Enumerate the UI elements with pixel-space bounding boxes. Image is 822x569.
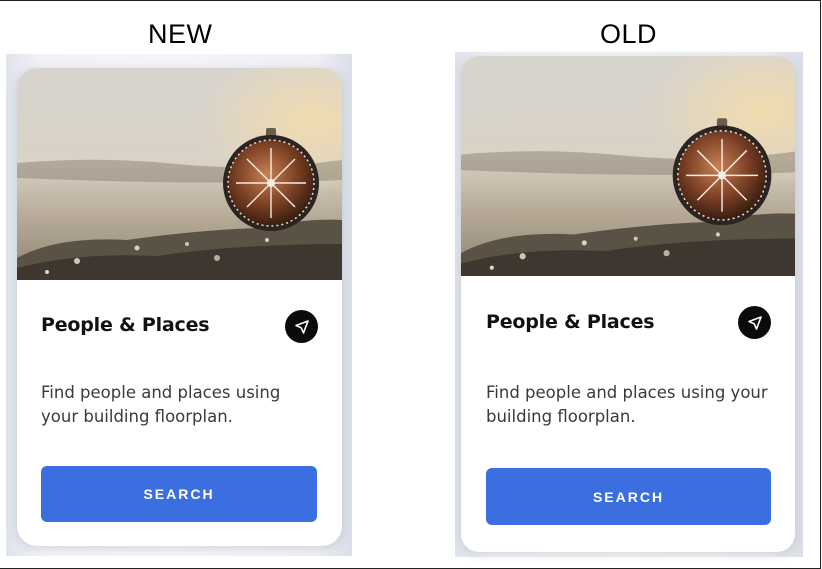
old-heading: OLD — [600, 19, 658, 49]
new-heading: NEW — [148, 19, 213, 49]
card-title: People & Places — [486, 311, 655, 333]
card-description: Find people and places using your buildi… — [41, 381, 280, 429]
navigation-arrow-icon — [294, 319, 309, 334]
description-line: building floorplan. — [486, 407, 636, 426]
card-description: Find people and places using your buildi… — [486, 381, 768, 429]
navigate-button[interactable] — [285, 310, 318, 343]
search-button[interactable]: SEARCH — [486, 468, 771, 525]
description-line: Find people and places using your — [486, 383, 768, 402]
card-title: People & Places — [41, 314, 210, 336]
old-card: People & Places Find people and places u… — [461, 56, 795, 552]
compass-photo — [461, 56, 795, 276]
description-line: Find people and places using — [41, 383, 281, 402]
navigate-button[interactable] — [738, 306, 771, 339]
new-card: People & Places Find people and places u… — [17, 68, 342, 546]
compass-photo — [17, 68, 342, 280]
search-button[interactable]: SEARCH — [41, 466, 317, 522]
description-line: your building floorplan. — [41, 407, 233, 426]
navigation-arrow-icon — [747, 315, 762, 330]
